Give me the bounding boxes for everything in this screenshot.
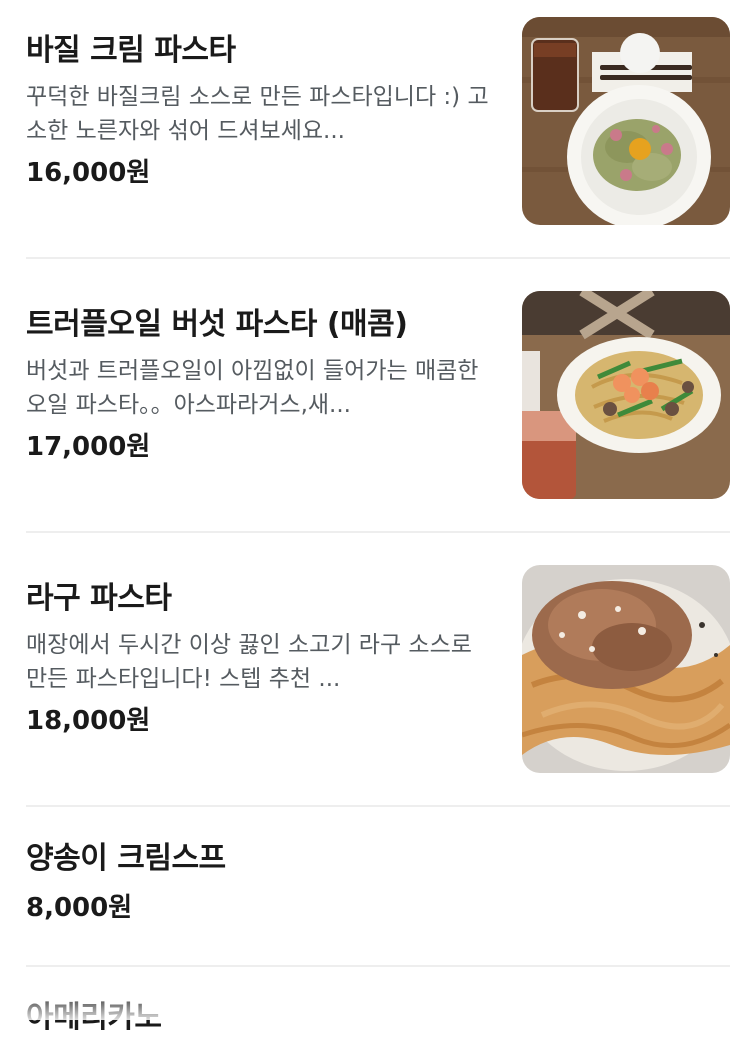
menu-item-name: 바질 크림 파스타	[26, 33, 236, 68]
menu-item-price: 18,000원	[26, 706, 151, 736]
menu-item-price: 8,000원	[26, 893, 133, 923]
menu-item-basil-cream-pasta[interactable]: 바질 크림 파스타 꾸덕한 바질크림 소스로 만든 파스타입니다 :) 고소한 …	[0, 17, 756, 225]
menu-item-info: 바질 크림 파스타 꾸덕한 바질크림 소스로 만든 파스타입니다 :) 고소한 …	[26, 31, 496, 190]
menu-item-name: 아메리카노	[26, 1000, 162, 1035]
basil-cream-pasta-photo[interactable]	[522, 17, 730, 225]
divider	[26, 965, 730, 967]
truffle-mushroom-pasta-photo[interactable]	[522, 291, 730, 499]
menu-item-name: 라구 파스타	[26, 581, 172, 616]
menu-item-mushroom-cream-soup[interactable]: 양송이 크림스프 8,000원	[0, 839, 756, 939]
menu-item-description: 꾸덕한 바질크림 소스로 만든 파스타입니다 :) 고소한 노른자와 섞어 드셔…	[26, 84, 489, 144]
menu-list: 바질 크림 파스타 꾸덕한 바질크림 소스로 만든 파스타입니다 :) 고소한 …	[0, 0, 756, 1035]
menu-item-ragu-pasta[interactable]: 라구 파스타 매장에서 두시간 이상 끓인 소고기 라구 소스로 만든 파스타입…	[0, 565, 756, 773]
menu-item-price: 17,000원	[26, 432, 151, 462]
menu-item-price: 16,000원	[26, 158, 151, 188]
ragu-pasta-photo-icon	[522, 565, 730, 773]
menu-item-name: 트러플오일 버섯 파스타 (매콤)	[26, 307, 408, 342]
menu-item-info: 라구 파스타 매장에서 두시간 이상 끓인 소고기 라구 소스로 만든 파스타입…	[26, 579, 496, 738]
ragu-pasta-photo[interactable]	[522, 565, 730, 773]
menu-item-info: 아메리카노	[26, 998, 496, 1038]
menu-item-americano[interactable]: 아메리카노	[0, 998, 756, 1038]
menu-item-truffle-mushroom-pasta[interactable]: 트러플오일 버섯 파스타 (매콤) 버섯과 트러플오일이 아낌없이 들어가는 매…	[0, 291, 756, 499]
divider	[26, 531, 730, 533]
truffle-mushroom-pasta-photo-icon	[522, 291, 730, 499]
menu-item-info: 양송이 크림스프 8,000원	[26, 839, 496, 925]
basil-cream-pasta-photo-icon	[522, 17, 730, 225]
menu-item-description: 버섯과 트러플오일이 아낌없이 들어가는 매콤한 오일 파스타。。아스파라거스,…	[26, 358, 479, 418]
menu-item-info: 트러플오일 버섯 파스타 (매콤) 버섯과 트러플오일이 아낌없이 들어가는 매…	[26, 305, 496, 464]
divider	[26, 257, 730, 259]
menu-item-name: 양송이 크림스프	[26, 841, 226, 876]
divider	[26, 805, 730, 807]
menu-item-description: 매장에서 두시간 이상 끓인 소고기 라구 소스로 만든 파스타입니다! 스텝 …	[26, 632, 472, 692]
